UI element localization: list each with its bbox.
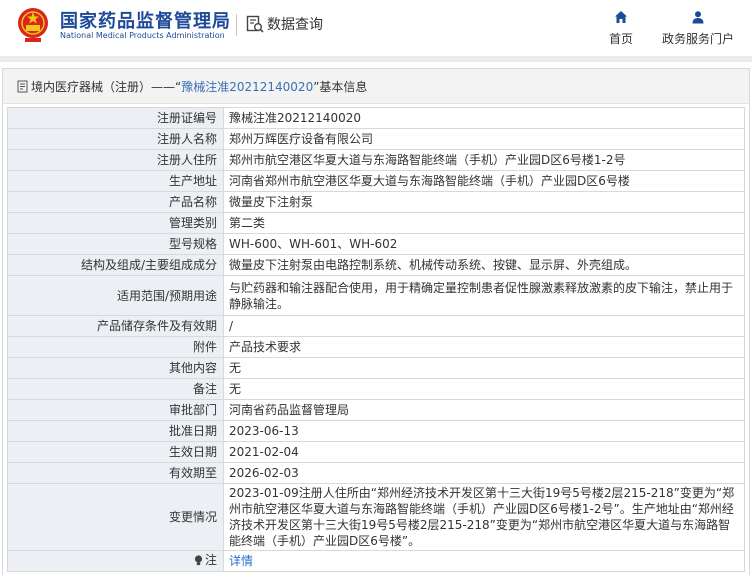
- row-value: 豫械注准20212140020: [223, 107, 745, 129]
- home-icon: [615, 11, 627, 23]
- row-label: 管理类别: [7, 212, 224, 234]
- row-label: 附件: [7, 336, 224, 358]
- nav-home[interactable]: 首页: [606, 10, 636, 47]
- site-header: 国家药品监督管理局 National Medical Products Admi…: [0, 0, 752, 56]
- row-value: 郑州市航空港区华夏大道与东海路智能终端（手机）产业园D区6号楼1-2号: [223, 149, 745, 171]
- nav-gov-services[interactable]: 政务服务门户: [658, 10, 738, 47]
- note-label: 注: [204, 553, 217, 568]
- row-value: 微量皮下注射泵: [223, 191, 745, 213]
- panel-title-registration-no: 豫械注准20212140020: [181, 79, 314, 94]
- row-label: 适用范围/预期用途: [7, 275, 224, 316]
- table-row: 其他内容无: [7, 357, 745, 379]
- registration-info-table: 注册证编号 豫械注准20212140020 注册人名称 郑州万辉医疗设备有限公司 注…: [7, 107, 745, 572]
- row-label: 注册人名称: [7, 128, 224, 150]
- row-label: 注册人住所: [7, 149, 224, 171]
- row-value: /: [223, 315, 745, 337]
- table-row: 批准日期 2023-06-13: [7, 420, 745, 442]
- header-divider: [236, 14, 237, 36]
- row-value: 河南省郑州市航空港区华夏大道与东海路智能终端（手机）产业园D区6号楼: [223, 170, 745, 192]
- row-label: 型号规格: [7, 233, 224, 255]
- panel-title-suffix: ”基本信息: [313, 79, 368, 94]
- row-label: 其他内容: [7, 357, 224, 379]
- table-row: 有效期至 2026-02-03: [7, 462, 745, 484]
- row-label: 审批部门: [7, 399, 224, 421]
- row-label: 批准日期: [7, 420, 224, 442]
- table-row: 附件 产品技术要求: [7, 336, 745, 358]
- row-label: 结构及组成/主要组成成分: [7, 254, 224, 276]
- row-value: 无: [223, 378, 745, 400]
- row-label: 产品名称: [7, 191, 224, 213]
- row-value: WH-600、WH-601、WH-602: [223, 233, 745, 255]
- panel-title: 境内医疗器械（注册）——“ 豫械注准20212140020 ”基本信息: [3, 69, 749, 104]
- data-query-icon: [246, 15, 264, 33]
- table-row: 注册人住所 郑州市航空港区华夏大道与东海路智能终端（手机）产业园D区6号楼1-2号: [7, 149, 745, 171]
- national-emblem-icon: [18, 8, 48, 42]
- note-row: 注 详情: [7, 550, 745, 572]
- bulb-icon: [194, 555, 203, 565]
- row-value: 2023-01-09注册人住所由“郑州经济技术开发区第十三大街19号5号楼2层2…: [223, 483, 745, 551]
- data-query-link[interactable]: 数据查询: [246, 14, 323, 34]
- table-row: 注册证编号 豫械注准20212140020: [7, 107, 745, 129]
- row-label: 产品储存条件及有效期: [7, 315, 224, 337]
- table-row: 变更情况 2023-01-09注册人住所由“郑州经济技术开发区第十三大街19号5号…: [7, 483, 745, 551]
- row-value: 微量皮下注射泵由电路控制系统、机械传动系统、按键、显示屏、外壳组成。: [223, 254, 745, 276]
- nav-gov-services-label: 政务服务门户: [661, 32, 734, 46]
- row-value: 2023-06-13: [223, 420, 745, 442]
- table-row: 审批部门 河南省药品监督管理局: [7, 399, 745, 421]
- row-value: 无: [223, 357, 745, 379]
- brand-name-cn: 国家药品监督管理局: [60, 11, 231, 32]
- header-bottom-band: [0, 56, 752, 62]
- row-value: 第二类: [223, 212, 745, 234]
- table-row: 结构及组成/主要组成成分 微量皮下注射泵由电路控制系统、机械传动系统、按键、显示屏…: [7, 254, 745, 276]
- table-row: 生产地址 河南省郑州市航空港区华夏大道与东海路智能终端（手机）产业园D区6号楼: [7, 170, 745, 192]
- row-value: 产品技术要求: [223, 336, 745, 358]
- note-label-cell: 注: [7, 550, 224, 572]
- row-label: 变更情况: [7, 483, 224, 551]
- table-row: 注册人名称 郑州万辉医疗设备有限公司: [7, 128, 745, 150]
- table-row: 备注无: [7, 378, 745, 400]
- row-label: 生产地址: [7, 170, 224, 192]
- table-row: 管理类别 第二类: [7, 212, 745, 234]
- nav-home-label: 首页: [608, 32, 633, 46]
- row-value: 2021-02-04: [223, 441, 745, 463]
- document-icon: [17, 80, 28, 92]
- details-link[interactable]: 详情: [229, 554, 253, 568]
- table-row: 生效日期 2021-02-04: [7, 441, 745, 463]
- panel-title-prefix: 境内医疗器械（注册）——“: [31, 79, 182, 94]
- row-label: 有效期至: [7, 462, 224, 484]
- data-query-label: 数据查询: [267, 17, 323, 33]
- row-value: 河南省药品监督管理局: [223, 399, 745, 421]
- info-panel: 境内医疗器械（注册）——“ 豫械注准20212140020 ”基本信息 注册证编号豫…: [2, 68, 750, 575]
- table-row: 型号规格 WH-600、WH-601、WH-602: [7, 233, 745, 255]
- row-value: 与贮药器和输注器配合使用，用于精确定量控制患者促性腺激素释放激素的皮下输注，禁止…: [223, 275, 745, 316]
- row-value: 郑州万辉医疗设备有限公司: [223, 128, 745, 150]
- row-label: 注册证编号: [7, 107, 224, 129]
- row-label: 生效日期: [7, 441, 224, 463]
- row-value: 2026-02-03: [223, 462, 745, 484]
- row-label: 备注: [7, 378, 224, 400]
- user-icon: [692, 11, 704, 24]
- note-value-cell: 详情: [223, 550, 745, 572]
- table-row: 产品名称 微量皮下注射泵: [7, 191, 745, 213]
- note-label-wrap: 注: [194, 552, 217, 568]
- table-row: 产品储存条件及有效期 /: [7, 315, 745, 337]
- table-row: 适用范围/预期用途 与贮药器和输注器配合使用，用于精确定量控制患者促性腺激素释放激…: [7, 275, 745, 316]
- brand-name-en: National Medical Products Administration: [60, 31, 225, 40]
